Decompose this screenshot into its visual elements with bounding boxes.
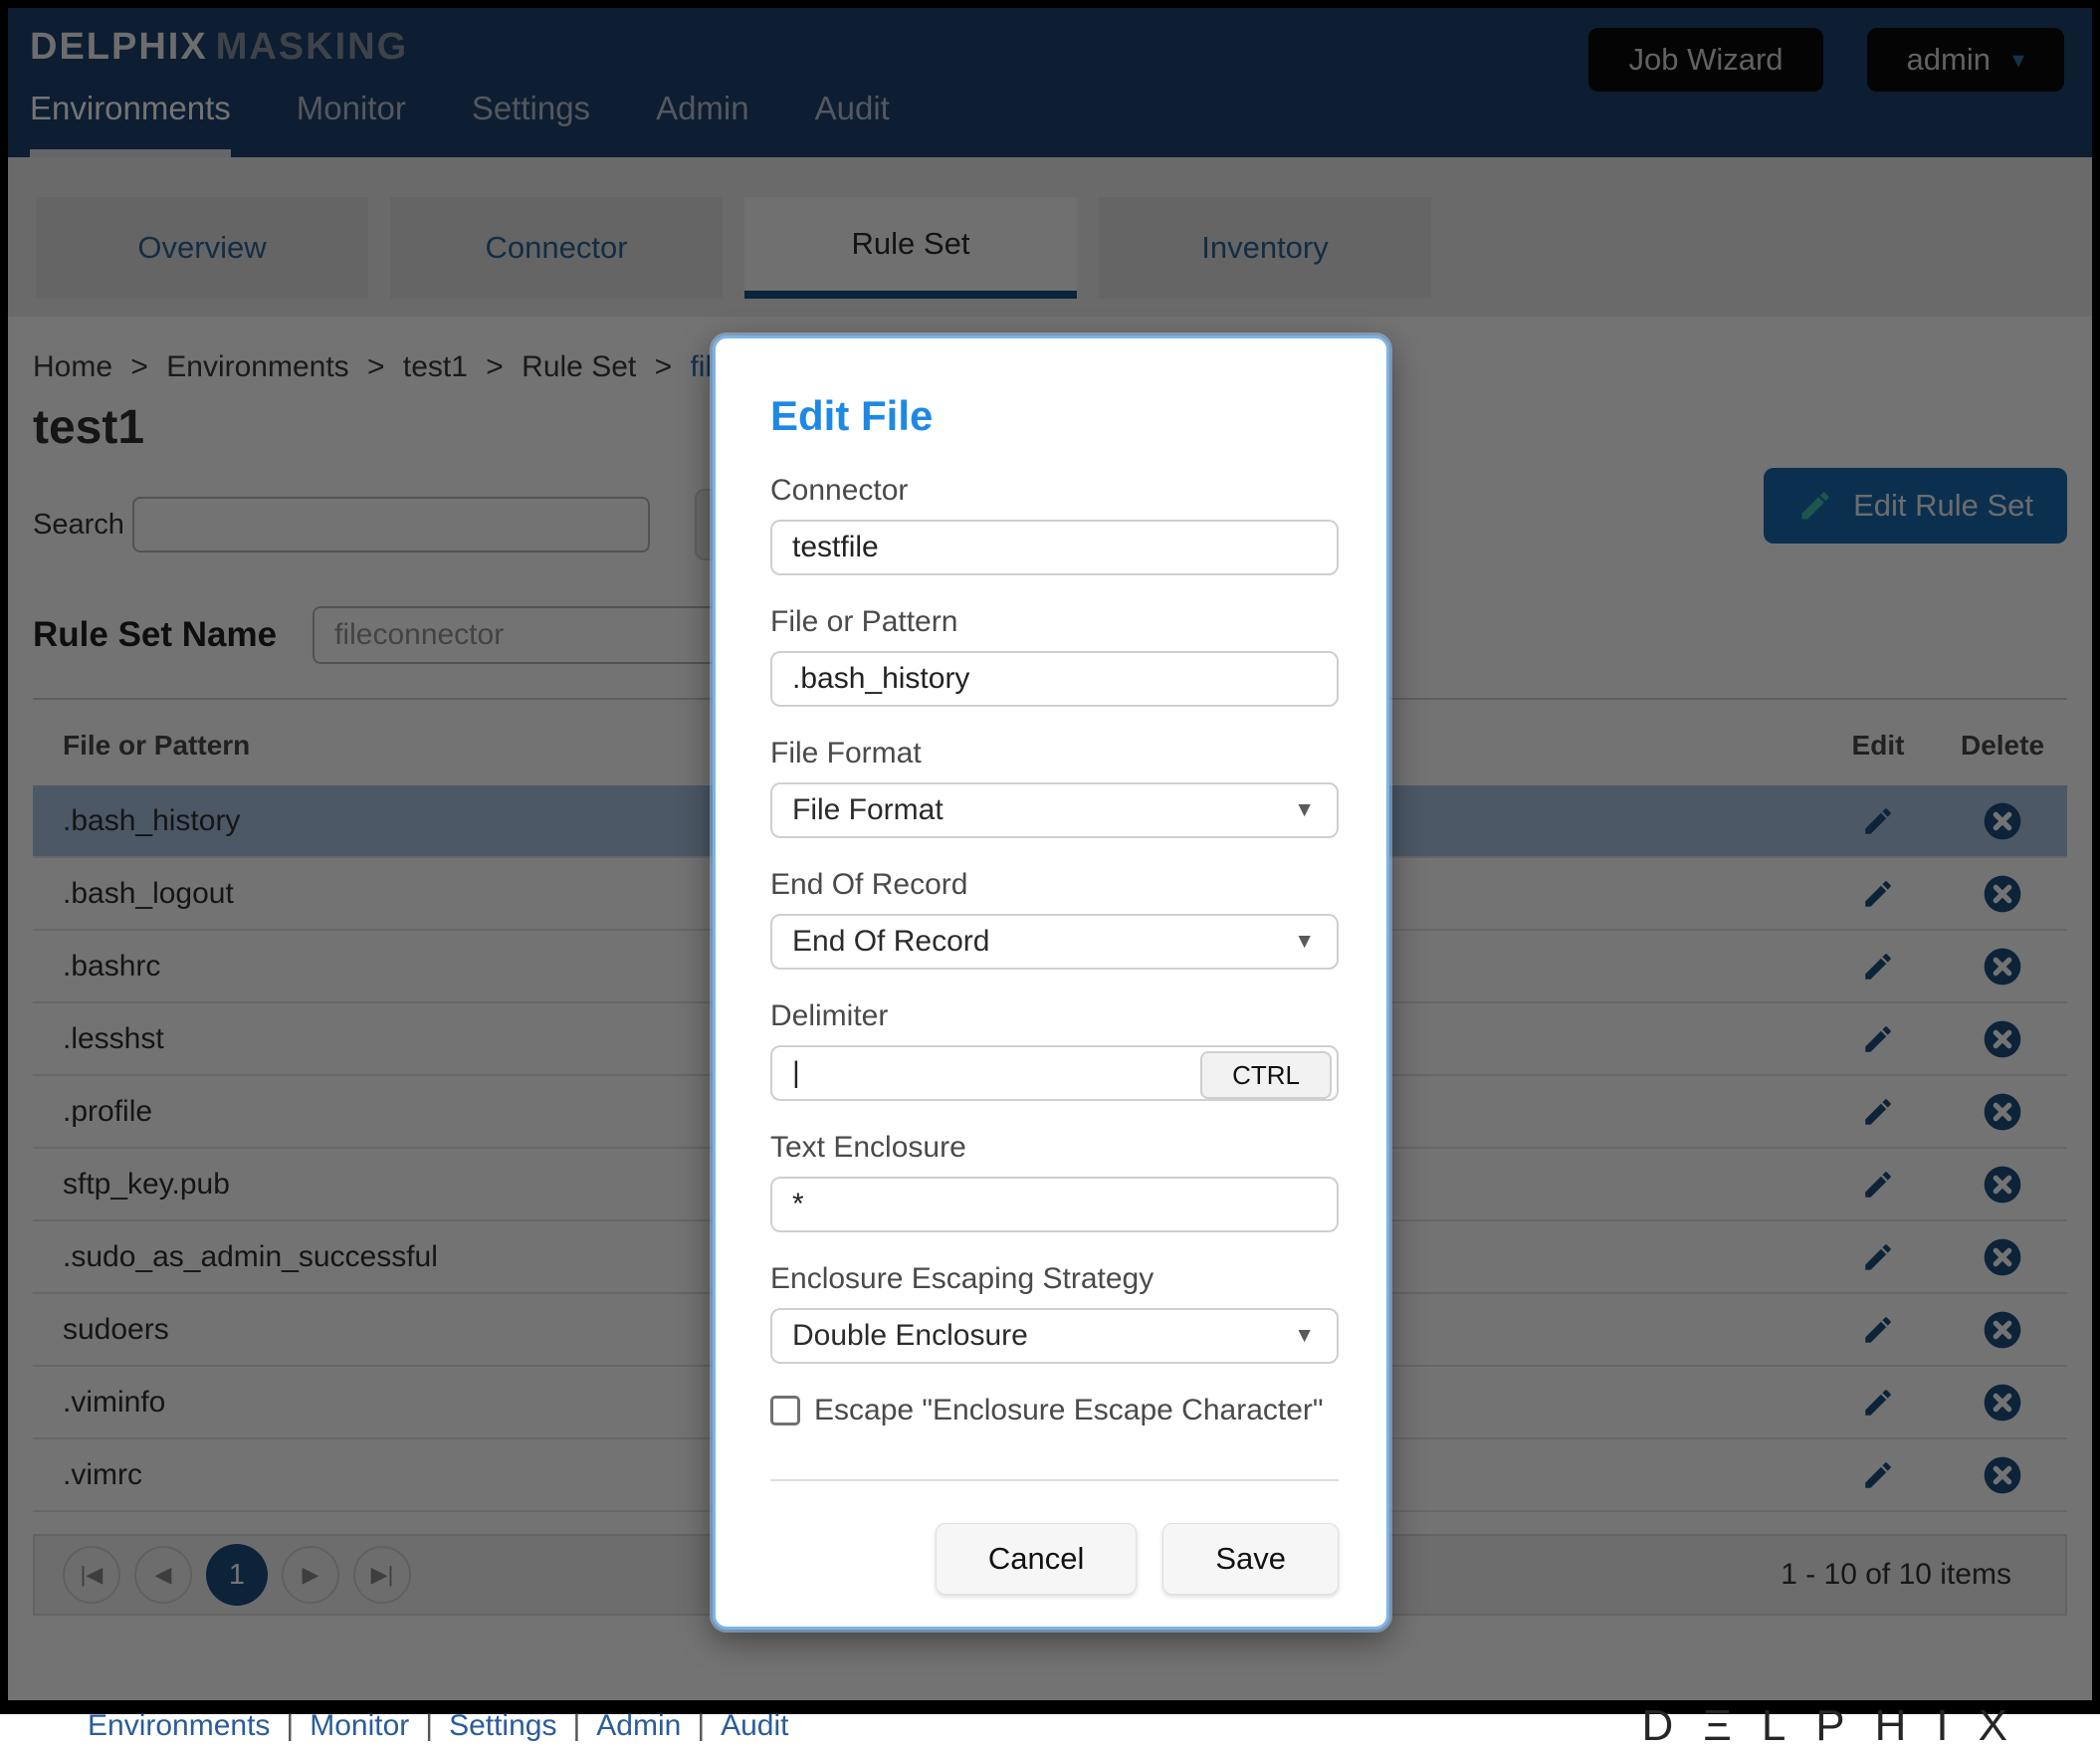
- modal-divider: [770, 1479, 1339, 1481]
- file-format-selected-value: File Format: [792, 793, 944, 827]
- delimiter-label: Delimiter: [770, 999, 1339, 1033]
- modal-actions: Cancel Save: [770, 1523, 1339, 1595]
- file-pattern-input[interactable]: [770, 651, 1339, 707]
- file-format-field: File Format File Format ▼: [770, 737, 1339, 838]
- end-of-record-selected-value: End Of Record: [792, 925, 989, 959]
- footer-separator: |: [286, 1709, 294, 1743]
- file-format-select[interactable]: File Format ▼: [770, 782, 1339, 838]
- enclosure-escaping-field: Enclosure Escaping Strategy Double Enclo…: [770, 1262, 1339, 1364]
- edit-file-modal: Edit File Connector File or Pattern File…: [713, 335, 1389, 1630]
- footer-link-settings[interactable]: Settings: [449, 1709, 556, 1743]
- save-button[interactable]: Save: [1162, 1523, 1339, 1595]
- end-of-record-select[interactable]: End Of Record ▼: [770, 914, 1339, 970]
- file-pattern-field: File or Pattern: [770, 605, 1339, 707]
- footer-link-environments[interactable]: Environments: [88, 1709, 270, 1743]
- page-footer: Environments | Monitor | Settings | Admi…: [33, 1701, 2067, 1751]
- text-enclosure-field: Text Enclosure: [770, 1131, 1339, 1232]
- connector-field: Connector: [770, 474, 1339, 575]
- escape-character-checkbox[interactable]: [770, 1396, 800, 1425]
- footer-link-admin[interactable]: Admin: [596, 1709, 681, 1743]
- ctrl-button[interactable]: CTRL: [1200, 1051, 1332, 1099]
- enclosure-escaping-selected-value: Double Enclosure: [792, 1319, 1028, 1353]
- enclosure-escaping-label: Enclosure Escaping Strategy: [770, 1262, 1339, 1296]
- select-arrow-icon: ▼: [1294, 798, 1315, 822]
- connector-label: Connector: [770, 474, 1339, 508]
- escape-character-label: Escape "Enclosure Escape Character": [814, 1394, 1324, 1427]
- text-enclosure-input[interactable]: [770, 1177, 1339, 1232]
- footer-separator: |: [697, 1709, 705, 1743]
- file-pattern-label: File or Pattern: [770, 605, 1339, 639]
- escape-character-option: Escape "Enclosure Escape Character": [770, 1394, 1339, 1427]
- connector-input[interactable]: [770, 520, 1339, 575]
- modal-title: Edit File: [770, 392, 1339, 440]
- delimiter-field: Delimiter CTRL: [770, 999, 1339, 1101]
- text-enclosure-label: Text Enclosure: [770, 1131, 1339, 1165]
- footer-separator: |: [425, 1709, 433, 1743]
- footer-link-monitor[interactable]: Monitor: [310, 1709, 409, 1743]
- file-format-label: File Format: [770, 737, 1339, 770]
- enclosure-escaping-select[interactable]: Double Enclosure ▼: [770, 1308, 1339, 1364]
- select-arrow-icon: ▼: [1294, 1324, 1315, 1348]
- select-arrow-icon: ▼: [1294, 930, 1315, 954]
- end-of-record-field: End Of Record End Of Record ▼: [770, 868, 1339, 970]
- end-of-record-label: End Of Record: [770, 868, 1339, 902]
- footer-link-audit[interactable]: Audit: [721, 1709, 788, 1743]
- footer-separator: |: [572, 1709, 580, 1743]
- cancel-button[interactable]: Cancel: [936, 1523, 1138, 1595]
- delphix-brand-logo: DΞLPHIX: [1641, 1701, 2037, 1751]
